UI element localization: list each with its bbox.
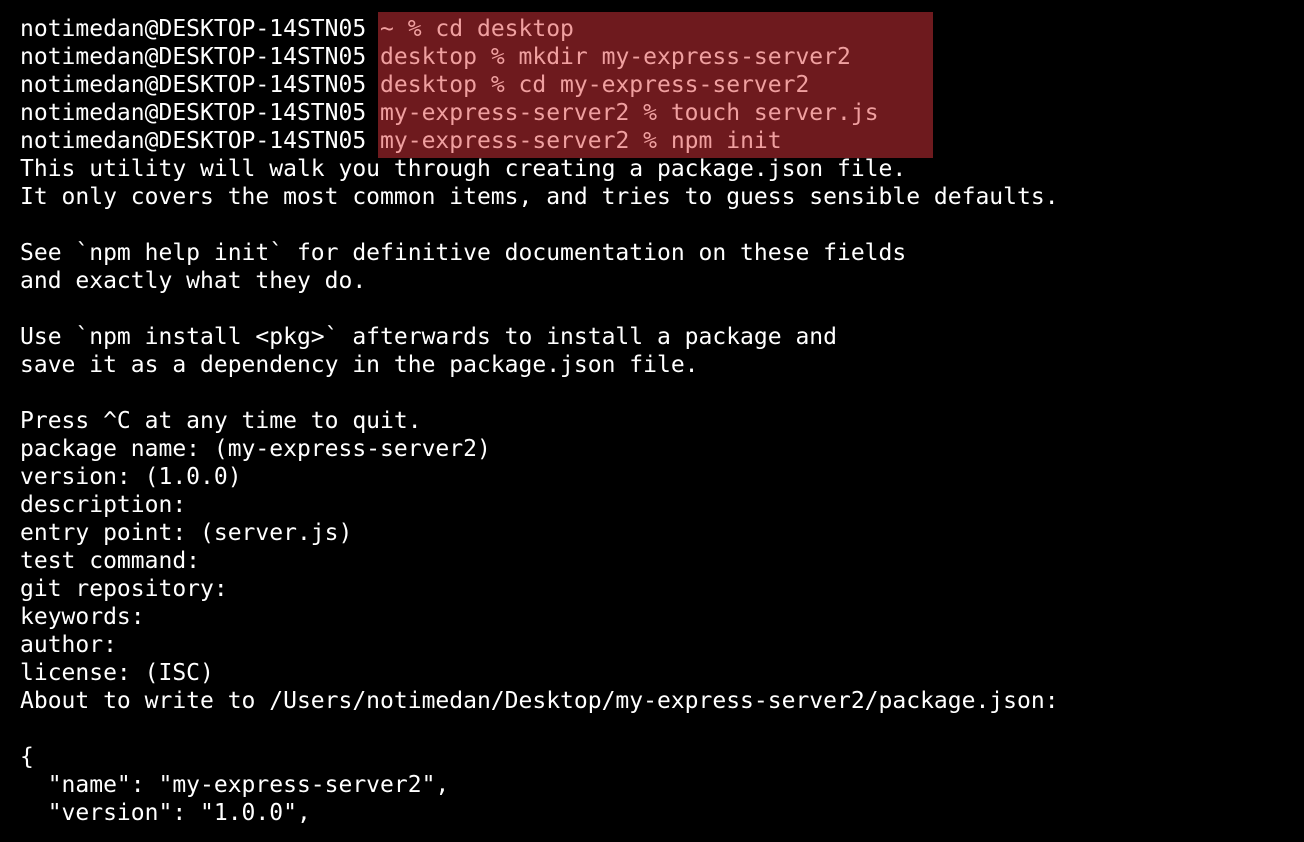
output-line: "version": "1.0.0",: [20, 800, 311, 826]
output-line: git repository:: [20, 576, 228, 602]
output-line: Press ^C at any time to quit.: [20, 408, 422, 434]
prompt-host: notimedan@DESKTOP-14STN05: [20, 16, 367, 42]
prompt-host: notimedan@DESKTOP-14STN05: [20, 100, 367, 126]
output-line: keywords:: [20, 604, 145, 630]
prompt-line: notimedan@DESKTOP-14STN05 my-express-ser…: [20, 127, 1304, 155]
prompt-command: my-express-server2 % touch server.js: [380, 100, 879, 126]
output-line: About to write to /Users/notimedan/Deskt…: [20, 688, 1059, 714]
output-line: See `npm help init` for definitive docum…: [20, 240, 907, 266]
terminal-window[interactable]: notimedan@DESKTOP-14STN05 ~ % cd desktop…: [0, 0, 1304, 842]
output-line: It only covers the most common items, an…: [20, 184, 1059, 210]
output-line: package name: (my-express-server2): [20, 436, 491, 462]
output-line: license: (ISC): [20, 660, 214, 686]
prompt-line: notimedan@DESKTOP-14STN05 desktop % mkdi…: [20, 43, 1304, 71]
output-line: test command:: [20, 548, 201, 574]
output-line: author:: [20, 632, 117, 658]
prompt-line: notimedan@DESKTOP-14STN05 my-express-ser…: [20, 99, 1304, 127]
output-line: description:: [20, 492, 187, 518]
output-line: save it as a dependency in the package.j…: [20, 352, 699, 378]
prompt-host: notimedan@DESKTOP-14STN05: [20, 72, 367, 98]
prompt-line: notimedan@DESKTOP-14STN05 desktop % cd m…: [20, 71, 1304, 99]
prompt-command: desktop % mkdir my-express-server2: [380, 44, 851, 70]
prompt-line: notimedan@DESKTOP-14STN05 ~ % cd desktop: [20, 15, 1304, 43]
prompt-command: desktop % cd my-express-server2: [380, 72, 810, 98]
output-line: entry point: (server.js): [20, 520, 353, 546]
prompt-command: my-express-server2 % npm init: [380, 128, 782, 154]
output-line: version: (1.0.0): [20, 464, 242, 490]
output-line: and exactly what they do.: [20, 268, 367, 294]
output-line: Use `npm install <pkg>` afterwards to in…: [20, 324, 837, 350]
prompt-host: notimedan@DESKTOP-14STN05: [20, 44, 367, 70]
output-line: {: [20, 744, 34, 770]
prompt-host: notimedan@DESKTOP-14STN05: [20, 128, 367, 154]
output-line: This utility will walk you through creat…: [20, 156, 907, 182]
prompt-command: ~ % cd desktop: [380, 16, 574, 42]
output-line: "name": "my-express-server2",: [20, 772, 450, 798]
